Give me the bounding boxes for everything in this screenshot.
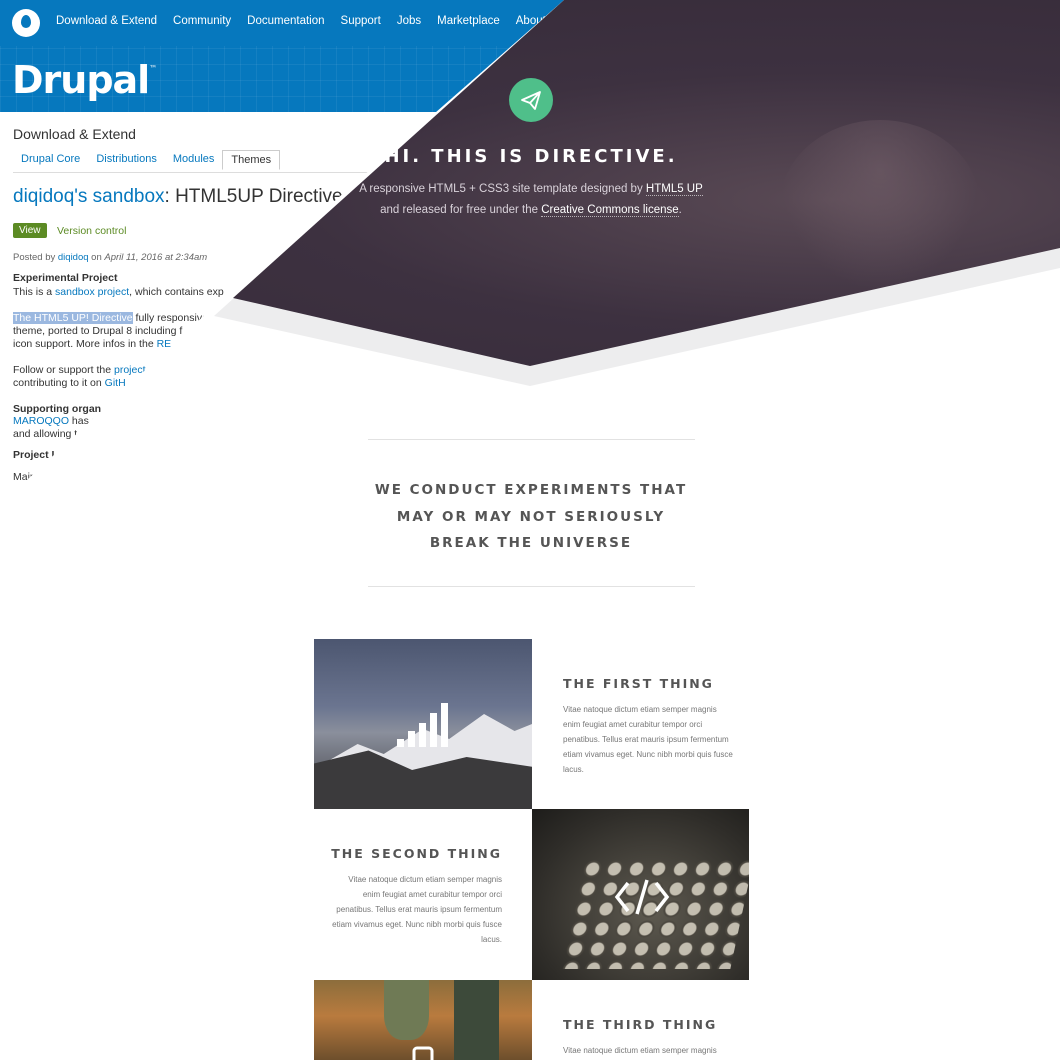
nav-download-extend[interactable]: Download & Extend [56, 15, 157, 27]
view-button[interactable]: View [13, 223, 47, 238]
paper-plane-icon [509, 78, 553, 122]
tab-modules[interactable]: Modules [165, 150, 223, 170]
sandbox-project-link[interactable]: sandbox project [55, 286, 129, 298]
html5up-link[interactable]: HTML5 UP [645, 183, 703, 196]
nav-documentation[interactable]: Documentation [247, 15, 324, 27]
project-heading: Project I [13, 449, 54, 462]
desc-text-a: fully responsive [132, 312, 208, 324]
posted-author-link[interactable]: diqidoq [58, 252, 89, 263]
main-line: Main [13, 471, 36, 483]
maroqqo-text: has s [69, 415, 98, 427]
nav-support[interactable]: Support [341, 15, 381, 27]
experimental-heading: Experimental Project [13, 272, 117, 285]
creative-commons-link[interactable]: Creative Commons license [541, 204, 679, 217]
drupal-main-nav: Download & Extend Community Documentatio… [56, 15, 546, 27]
nav-community[interactable]: Community [173, 15, 231, 27]
desc-line-2: theme, ported to Drupal 8 including f [13, 325, 183, 337]
drupal-page: Download & Extend Community Documentatio… [0, 0, 1060, 1060]
tab-themes[interactable]: Themes [222, 150, 281, 170]
desc-line-1: The HTML5 UP! Directive fully responsive [13, 312, 208, 325]
section-title: Download & Extend [13, 126, 136, 142]
tab-drupal-core[interactable]: Drupal Core [13, 150, 88, 170]
allowing-line: and allowing t [13, 428, 78, 440]
drupal-logo-tm: ™ [149, 64, 157, 73]
project-title: : HTML5UP Directive [164, 186, 343, 207]
tabs-divider [13, 172, 413, 173]
supporting-heading-text: Supporting organ [13, 403, 102, 415]
desc-highlight: The HTML5 UP! Directive [13, 312, 133, 324]
experimental-heading-text: Experimental Project [13, 272, 118, 284]
drupal-logo[interactable]: Drupal™ [12, 58, 157, 102]
project-heading-text: Project I [13, 449, 55, 461]
github-link[interactable]: GitH [105, 377, 126, 389]
maroqqo-link[interactable]: MAROQQO [13, 415, 69, 427]
posted-on: on [91, 252, 102, 263]
readme-link[interactable]: RE [157, 338, 172, 350]
follow-line-1: Follow or support the project [13, 364, 146, 377]
follow-line-2: contributing to it on GitH [13, 377, 126, 390]
drupal-drop-icon[interactable] [12, 9, 40, 37]
posted-meta: Posted by diqidoq on April 11, 2016 at 2… [13, 252, 207, 263]
nav-jobs[interactable]: Jobs [397, 15, 421, 27]
sandbox-line: This is a sandbox project, which contain… [13, 286, 224, 299]
tab-distributions[interactable]: Distributions [88, 150, 165, 170]
posted-date: April 11, 2016 at 2:34am [104, 252, 208, 263]
desc-text-c: icon support. More infos in the [13, 338, 154, 350]
desc-line-3: icon support. More infos in the RE [13, 338, 171, 351]
project-owner-link[interactable]: diqidoq's sandbox [13, 186, 165, 207]
follow-text-a: Follow or support the [13, 364, 112, 376]
follow-text-b: contributing to it on [13, 377, 102, 389]
sandbox-text-a: This is a [13, 286, 53, 298]
posted-prefix: Posted by [13, 252, 56, 263]
nav-marketplace[interactable]: Marketplace [437, 15, 500, 27]
nav-about[interactable]: About [516, 15, 546, 27]
project-tabs: Drupal Core Distributions Modules Themes [13, 150, 281, 170]
maroqqo-line: MAROQQO has s [13, 415, 97, 428]
drupal-logo-text: Drupal [12, 58, 150, 102]
project-link[interactable]: project [114, 364, 146, 376]
page-title: diqidoq's sandbox: HTML5UP Directive [13, 186, 343, 208]
sandbox-text-b: , which contains exp [129, 286, 224, 298]
version-control-link[interactable]: Version control [57, 225, 126, 237]
